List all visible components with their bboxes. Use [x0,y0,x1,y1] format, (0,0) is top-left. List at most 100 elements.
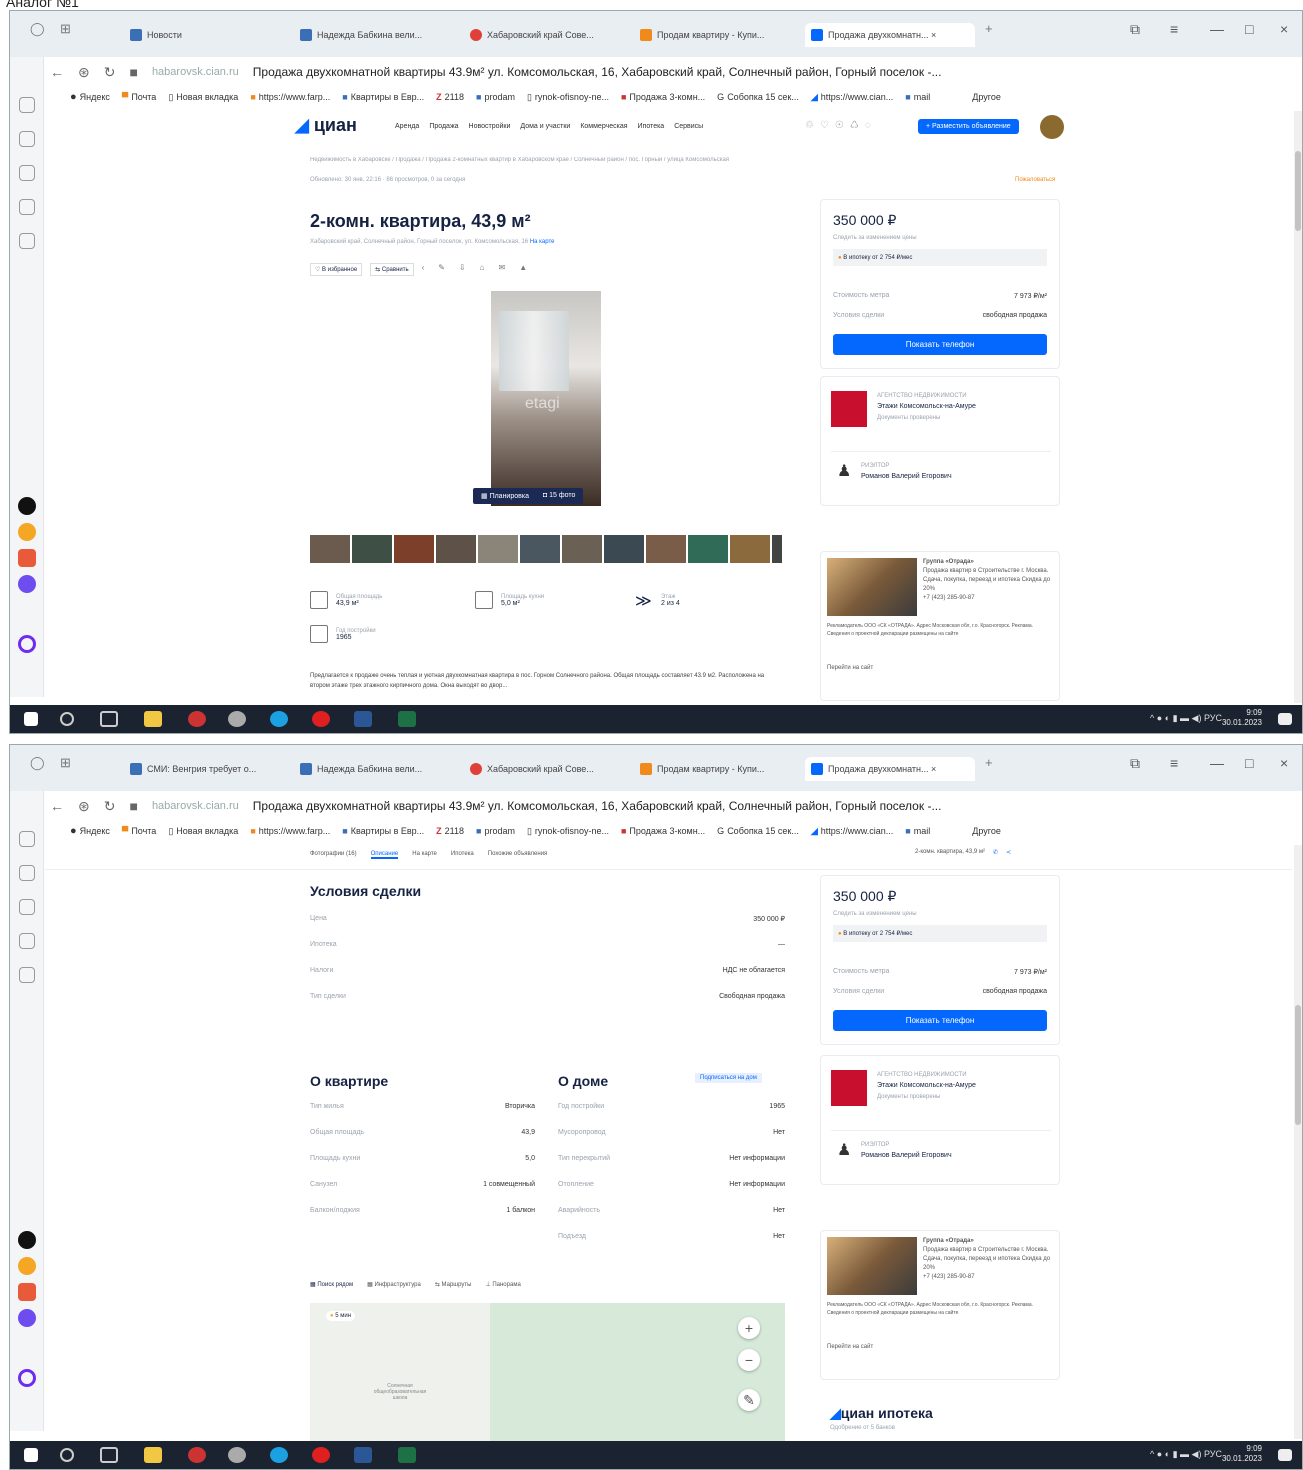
bookmark-item[interactable]: ◢ https://www.cian... [811,826,893,837]
tab-khabarovsk[interactable]: Хабаровский край Сове... [470,757,630,781]
app-icon[interactable] [228,711,246,727]
map-tab[interactable]: ⇆ Маршруты [435,1281,472,1288]
edge-icon[interactable] [270,711,288,727]
bookmark-item[interactable]: G Собопка 15 сек... [717,92,799,102]
thumbnail[interactable] [772,535,782,563]
mortgage-badge[interactable]: ● В ипотеку от 2 754 ₽/мес [833,249,1047,266]
sticky-tab[interactable]: Фотографии (16) [310,851,357,859]
thumbnail[interactable] [646,535,686,563]
maximize-button[interactable]: □ [1245,21,1253,37]
yandex-browser-icon[interactable] [188,1447,206,1463]
maximize-button[interactable]: □ [1245,755,1253,771]
tab-prodam[interactable]: Продам квартиру - Купи... [640,757,800,781]
header-icons[interactable]: ♲♡☉♺◌ [805,120,877,131]
map-link[interactable]: На карте [530,239,555,245]
ad-link[interactable]: Перейти на сайт [827,664,873,673]
bookmark-item[interactable]: ● Яндекс [70,825,110,837]
ad-card[interactable]: Группа «Отрада» Продажа квартир в Строите… [820,551,1060,701]
yandex-icon[interactable] [312,1447,330,1463]
sticky-tab[interactable]: Похожие объявления [488,851,548,859]
system-tray[interactable]: ^ ● ◐ ▮ ▬ ◀) РУС [1150,713,1222,724]
tab-controls-icon[interactable]: ⊞ [60,21,71,37]
bookmark-other[interactable]: Другое [972,826,1001,836]
realtor-name[interactable]: Романов Валерий Егорович [861,1152,952,1159]
bookmark-item[interactable]: ▯ rynok-ofisnoy-ne... [527,92,609,103]
nav-item[interactable]: Новостройки [469,123,511,130]
address-bar[interactable]: ← ⊛ ↻ ■ habarovsk.cian.ru Продажа двухко… [50,795,1300,817]
clock[interactable]: 9:09 30.01.2023 [1222,708,1262,728]
floorplan-button[interactable]: ▦ Планировка [481,492,529,500]
scrollbar[interactable] [1294,845,1302,1439]
sticky-tab-active[interactable]: Описание [370,851,399,859]
image-icon[interactable] [19,233,35,249]
new-tab-button[interactable]: + [985,21,993,36]
tab-controls-icon[interactable]: ⊞ [60,755,71,771]
photos-count-button[interactable]: ◘ 15 фото [543,492,575,500]
nav-item[interactable]: Аренда [395,123,419,130]
favorite-button[interactable]: ♡ В избранное [310,263,363,276]
app-icon[interactable] [18,497,36,515]
map-tab[interactable]: ▦ Инфраструктура [367,1281,421,1288]
tab-prodam[interactable]: Продам квартиру - Купи... [640,23,800,47]
taskview-icon[interactable] [100,1447,118,1463]
ruler-button[interactable]: ✎ [738,1389,760,1411]
thumbnail[interactable] [688,535,728,563]
tabs-icon[interactable] [19,865,35,881]
profile-icon[interactable]: ◯ [30,755,45,771]
zoom-in-button[interactable]: + [738,1317,760,1339]
protect-icon[interactable]: ⊛ [78,64,90,81]
thumbnail[interactable] [520,535,560,563]
reload-icon[interactable]: ↻ [104,64,116,81]
bookmark-item[interactable]: ▀ Почта [122,826,156,836]
thumbnail[interactable] [310,535,350,563]
scrollbar[interactable] [1294,111,1302,703]
reload-icon[interactable]: ↻ [104,798,116,815]
mortgage-badge[interactable]: ● В ипотеку от 2 754 ₽/мес [833,925,1047,942]
edge-icon[interactable] [270,1447,288,1463]
bookmark-item[interactable]: ■ mail [905,92,930,102]
tab-babkina[interactable]: Надежда Бабкина вели... [300,757,460,781]
sticky-tab[interactable]: Ипотека [451,851,474,859]
play-icon[interactable] [19,165,35,181]
avatar[interactable] [1040,115,1064,139]
bookmark-item[interactable]: ■ https://www.farp... [250,826,330,836]
nav-item[interactable]: Сервисы [674,123,703,130]
notifications-icon[interactable] [1278,1449,1292,1461]
explorer-icon[interactable] [144,1447,162,1463]
start-icon[interactable] [24,1448,38,1462]
minimize-button[interactable]: — [1210,21,1224,37]
taskview-icon[interactable] [100,711,118,727]
protect-icon[interactable]: ⊛ [78,798,90,815]
app-icon[interactable] [18,1309,36,1327]
cian-logo[interactable]: ◢ циан [295,115,357,136]
new-tab-button[interactable]: + [985,755,993,770]
back-icon[interactable]: ← [50,798,64,814]
word-icon[interactable] [354,1447,372,1463]
bookmark-item[interactable]: G Собопка 15 сек... [717,826,799,836]
start-icon[interactable] [24,712,38,726]
app-icon[interactable] [228,1447,246,1463]
bookmark-item[interactable]: ■ mail [905,826,930,836]
tab-smi[interactable]: СМИ: Венгрия требует о... [130,757,290,781]
bookmark-item[interactable]: ▀ Почта [122,92,156,102]
clock[interactable]: 9:09 30.01.2023 [1222,1444,1262,1464]
compare-button[interactable]: ⇆ Сравнить [370,263,414,276]
bookmark-item[interactable]: ▯ rynok-ofisnoy-ne... [527,826,609,837]
realtor-name[interactable]: Романов Валерий Егорович [861,473,952,480]
menu-icon[interactable]: ≡ [1170,21,1178,37]
bookmark-other[interactable]: Другое [972,92,1001,102]
system-tray[interactable]: ^ ● ◐ ▮ ▬ ◀) РУС [1150,1449,1222,1460]
tab-khabarovsk[interactable]: Хабаровский край Сове... [470,23,630,47]
notifications-icon[interactable] [1278,713,1292,725]
phone-icon[interactable]: ✆ [993,849,998,856]
bookmark-item[interactable]: ▯ Новая вкладка [168,826,238,837]
bookmark-item[interactable]: Z 2118 [436,826,464,836]
zoom-out-button[interactable]: − [738,1349,760,1371]
thumbnail[interactable] [730,535,770,563]
bookmark-item[interactable]: ▯ Новая вкладка [168,92,238,103]
bookmark-item[interactable]: ■ https://www.farp... [250,92,330,102]
tab-active[interactable]: Продажа двухкомнатн... × [805,23,975,47]
close-button[interactable]: × [1280,755,1288,771]
bookmark-item[interactable]: Z 2118 [436,92,464,102]
bookmark-item[interactable]: ■ prodam [476,826,515,836]
